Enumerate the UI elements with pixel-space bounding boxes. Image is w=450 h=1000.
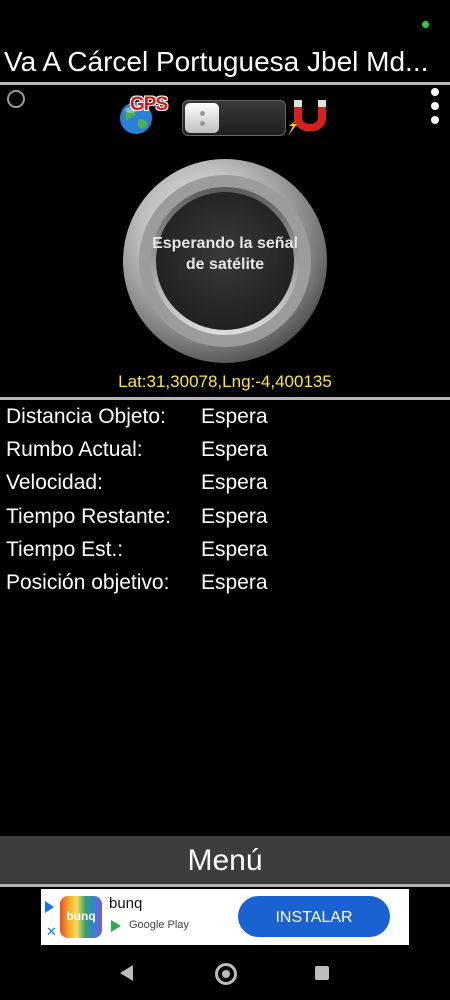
info-label: Tiempo Est.: <box>6 538 124 561</box>
ad-choices-icon[interactable] <box>45 901 54 913</box>
menu-button[interactable]: Menú <box>0 836 450 885</box>
overflow-menu-icon[interactable] <box>430 88 440 124</box>
home-icon[interactable] <box>215 963 237 985</box>
status-dot-icon <box>422 21 429 28</box>
satellite-status-text: Esperando la señal de satélite <box>152 235 298 273</box>
toggle-knob[interactable] <box>185 103 219 133</box>
gps-label: GPS <box>130 94 168 115</box>
coords-divider <box>0 397 450 400</box>
info-value: Espera <box>201 538 268 561</box>
ring-icon[interactable] <box>7 90 25 108</box>
menu-divider <box>0 884 450 887</box>
recent-apps-icon[interactable] <box>315 966 329 980</box>
info-value: Espera <box>201 505 268 528</box>
title-divider <box>0 82 450 85</box>
install-button[interactable]: INSTALAR <box>238 896 390 937</box>
status-bar <box>0 0 450 38</box>
back-icon[interactable] <box>120 965 133 981</box>
info-value: Espera <box>201 405 268 428</box>
info-label: Velocidad: <box>6 471 103 494</box>
info-label: Distancia Objeto: <box>6 405 166 428</box>
ad-app-logo[interactable]: bunq <box>60 896 102 938</box>
google-play-icon <box>111 920 121 932</box>
ad-logo-text: bunq <box>66 909 96 923</box>
ad-banner[interactable]: ✕ bunq bunq Google Play INSTALAR <box>41 889 409 945</box>
info-label: Tiempo Restante: <box>6 505 171 528</box>
gps-toggle-switch[interactable] <box>182 100 286 136</box>
info-value: Espera <box>201 571 268 594</box>
ad-app-name[interactable]: bunq <box>109 895 142 912</box>
app-title: Va A Cárcel Portuguesa Jbel Md... <box>4 46 429 77</box>
ad-close-icon[interactable]: ✕ <box>46 925 57 938</box>
info-value: Espera <box>201 471 268 494</box>
info-label: Rumbo Actual: <box>6 438 143 461</box>
info-value: Espera <box>201 438 268 461</box>
magnet-icon[interactable] <box>288 96 332 140</box>
info-label: Posición objetivo: <box>6 571 170 594</box>
coordinates-readout: Lat:31,30078,Lng:-4,400135 <box>118 372 332 391</box>
ad-store-label: Google Play <box>129 919 189 931</box>
